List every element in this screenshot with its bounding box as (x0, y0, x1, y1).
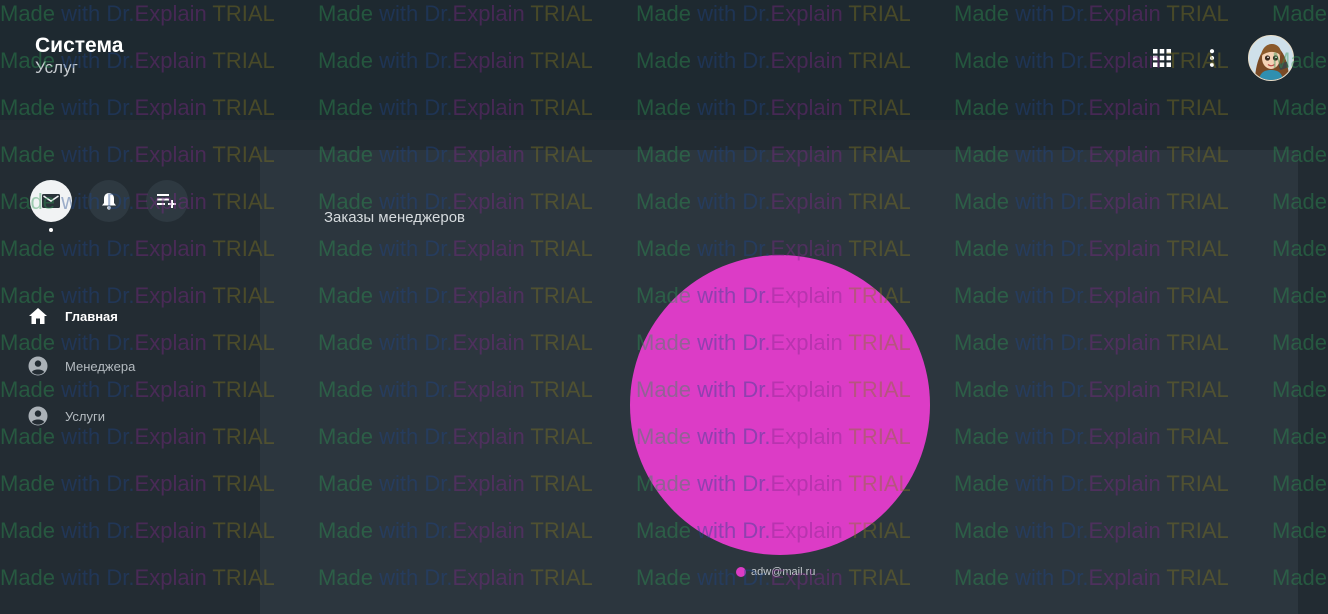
home-icon (28, 306, 48, 326)
quick-actions (30, 180, 204, 232)
notifications-button[interactable] (88, 180, 130, 222)
chart-legend[interactable]: adw@mail.ru (736, 566, 815, 578)
main-content: Заказы менеджеров adw@mail.ru (260, 120, 1328, 614)
more-vert-icon (1209, 49, 1215, 67)
sidebar-item-home[interactable]: Главная (0, 291, 260, 341)
legend-label: adw@mail.ru (751, 566, 816, 578)
brand-subtitle: Услуг (35, 58, 78, 77)
sidebar-item-label: Менеджера (65, 358, 136, 374)
pie-slice[interactable] (630, 255, 930, 555)
playlist-add-icon (157, 194, 176, 208)
more-options-button[interactable] (1202, 44, 1222, 72)
sidebar-item-label: Услуги (65, 408, 105, 424)
user-avatar[interactable] (1248, 35, 1294, 81)
chart-card: Заказы менеджеров adw@mail.ru (260, 150, 1298, 614)
active-indicator (49, 228, 53, 232)
mail-icon (42, 194, 60, 208)
mail-button[interactable] (30, 180, 72, 232)
bell-icon (102, 193, 116, 210)
legend-swatch (736, 567, 746, 577)
sidebar-item-label: Главная (65, 308, 118, 324)
brand-title: Система (35, 34, 124, 57)
avatar-image (1249, 36, 1293, 80)
pie-chart (630, 255, 930, 555)
add-to-list-button[interactable] (146, 180, 188, 222)
account-circle-icon (28, 356, 48, 376)
brand[interactable]: Система Услуг (35, 34, 123, 78)
header-actions (1148, 35, 1294, 81)
apps-button[interactable] (1148, 44, 1176, 72)
sidebar: Главная Менеджера Услуги (0, 120, 260, 614)
app-window: Система Услуг Главная Менеджера Услуги З… (0, 0, 1328, 614)
account-circle-icon (28, 406, 48, 426)
apps-grid-icon (1153, 49, 1171, 67)
app-header: Система Услуг (0, 0, 1328, 120)
sidebar-item-services[interactable]: Услуги (0, 391, 260, 441)
sidebar-item-managers[interactable]: Менеджера (0, 341, 260, 391)
sidebar-nav: Главная Менеджера Услуги (0, 291, 260, 441)
